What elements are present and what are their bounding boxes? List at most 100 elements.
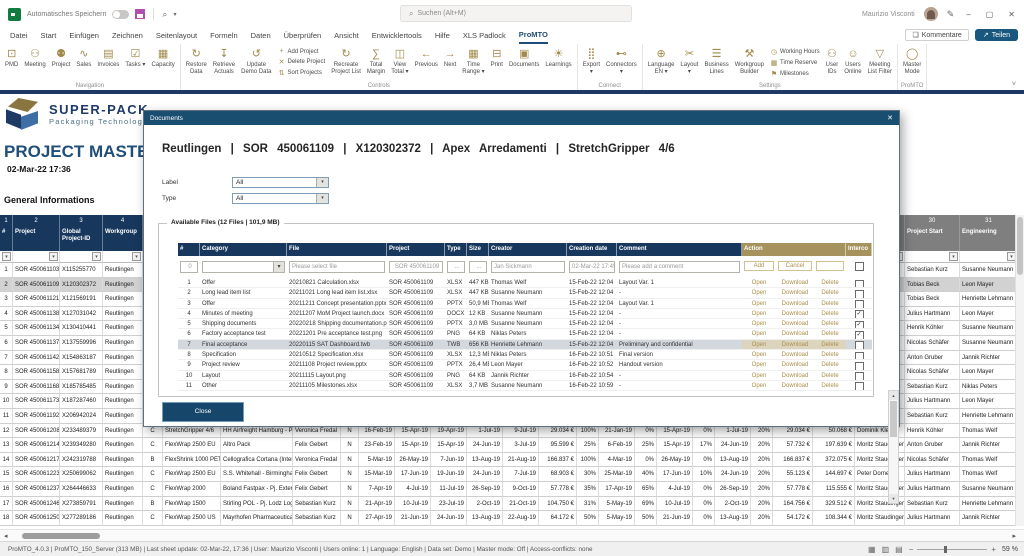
filter-dropdown-icon[interactable]: ▾ [949, 252, 958, 261]
open-link[interactable]: Open [742, 329, 776, 339]
menu-tab-daten[interactable]: Daten [251, 29, 271, 43]
interco-checkbox[interactable] [855, 352, 864, 361]
vertical-scrollbar[interactable] [1015, 215, 1024, 526]
open-link[interactable]: Open [742, 278, 776, 288]
zoom-slider-thumb[interactable] [944, 546, 947, 553]
page-break-view-icon[interactable]: ▤ [895, 545, 903, 554]
ribbon-button-print[interactable]: ⊟Print [488, 44, 506, 69]
comments-button[interactable]: ❏ Kommentare [905, 29, 968, 41]
open-link[interactable]: Open [742, 319, 776, 329]
ribbon-button-previous[interactable]: ←Previous [412, 44, 441, 69]
download-link[interactable]: Download [776, 319, 814, 329]
filter-dropdown-icon[interactable]: ▾ [2, 252, 11, 261]
ribbon-button-tasks[interactable]: ☑Tasks ▾ [122, 44, 148, 69]
scrollbar-thumb[interactable] [890, 401, 897, 437]
dialog-close-button[interactable]: Close [162, 402, 244, 422]
download-link[interactable]: Download [776, 350, 814, 360]
minimize-button[interactable]: – [963, 10, 973, 19]
comment-input[interactable]: Please add a comment [619, 261, 740, 273]
open-link[interactable]: Open [742, 288, 776, 298]
normal-view-icon[interactable]: ▦ [868, 545, 876, 554]
autosave-toggle[interactable] [112, 10, 129, 19]
ribbon-button-sort-projects[interactable]: ⇅Sort Projects [278, 69, 326, 77]
interco-checkbox[interactable] [855, 382, 864, 391]
menu-tab-entwicklertools[interactable]: Entwicklertools [372, 29, 422, 43]
ribbon-button-master-mode[interactable]: ◯Master Mode [900, 44, 924, 75]
delete-link[interactable]: Delete [814, 340, 846, 350]
maximize-button[interactable]: ▢ [983, 10, 997, 19]
search-input[interactable]: ⌕ Suchen (Alt+M) [400, 5, 632, 22]
file-row-2[interactable]: 2Long lead item list20211021 Long lead i… [178, 288, 872, 298]
share-button[interactable]: ↗ Teilen [975, 29, 1018, 41]
ribbon-button-meeting-list-filter[interactable]: ▽Meeting List Filter [865, 44, 895, 75]
chevron-down-icon[interactable]: ▾ [316, 178, 328, 187]
delete-link[interactable]: Delete [814, 350, 846, 360]
ribbon-button-time-reserve[interactable]: ▦Time Reserve [770, 59, 820, 67]
download-link[interactable]: Download [776, 340, 814, 350]
sheet-row-17[interactable]: 17SOR 450061246X273859791ReutlingenBFlex… [0, 497, 1024, 512]
ribbon-button-add-project[interactable]: +Add Project [278, 48, 326, 55]
file-row-4[interactable]: 4Minutes of meeting20211207 MoM Project … [178, 309, 872, 319]
file-row-6[interactable]: 6Factory acceptance test20221201 Pre acc… [178, 329, 872, 339]
ribbon-button-working-hours[interactable]: ◷Working Hours [770, 48, 820, 56]
sheet-row-16[interactable]: 16SOR 450061237X264446633ReutlingenCFlex… [0, 482, 1024, 497]
sheet-row-15[interactable]: 15SOR 450061223X250699062ReutlingenCFlex… [0, 467, 1024, 482]
file-row-1[interactable]: 1Offer20210821 Calculation.xlsxSOR 45006… [178, 278, 872, 288]
delete-link[interactable]: Delete [814, 381, 846, 391]
ribbon-button-layout[interactable]: ✂Layout ▾ [677, 44, 701, 75]
edit-mode-icon[interactable]: ✎ [947, 9, 955, 20]
ribbon-button-pmd[interactable]: ⊡PMD [2, 44, 21, 69]
open-link[interactable]: Open [742, 340, 776, 350]
interco-checkbox[interactable] [855, 362, 864, 371]
ribbon-button-language-en[interactable]: ⊕Language EN ▾ [645, 44, 678, 75]
menu-tab-promto[interactable]: ProMTO [519, 28, 548, 44]
ribbon-button-learnings[interactable]: ☀Learnings [542, 44, 574, 69]
label-filter-select[interactable]: All ▾ [232, 177, 329, 188]
ribbon-button-connectors[interactable]: ⊷Connectors ▾ [603, 44, 640, 75]
interco-checkbox[interactable]: ✓ [855, 331, 864, 340]
open-link[interactable]: Open [742, 360, 776, 370]
menu-tab-seitenlayout[interactable]: Seitenlayout [156, 29, 197, 43]
download-link[interactable]: Download [776, 371, 814, 381]
add-file-button[interactable]: Add [744, 261, 774, 271]
sheet-row-14[interactable]: 14SOR 450061217X242319788ReutlingenBFlex… [0, 453, 1024, 468]
delete-link[interactable]: Delete [814, 288, 846, 298]
ribbon-button-retrieve-actuals[interactable]: ↧Retrieve Actuals [210, 44, 238, 75]
ribbon-button-business-lines[interactable]: ☰Business Lines [701, 44, 731, 75]
zoom-in-icon[interactable]: + [991, 545, 996, 554]
open-link[interactable]: Open [742, 371, 776, 381]
interco-checkbox[interactable] [855, 372, 864, 381]
filter-dropdown-icon[interactable]: ▾ [49, 252, 58, 261]
chevron-down-icon[interactable]: ▾ [316, 194, 328, 203]
ribbon-button-sales[interactable]: ∿Sales [73, 44, 94, 69]
open-link[interactable]: Open [742, 299, 776, 309]
menu-tab-einf-gen[interactable]: Einfügen [69, 29, 99, 43]
ribbon-button-view-total[interactable]: ◫View Total ▾ [388, 44, 411, 75]
ribbon-button-update-demo-data[interactable]: ↺Update Demo Data [238, 44, 274, 75]
interco-checkbox[interactable] [855, 262, 864, 271]
scroll-right-icon[interactable]: ▸ [1012, 532, 1016, 540]
delete-link[interactable]: Delete [814, 278, 846, 288]
interco-checkbox[interactable]: ✓ [855, 321, 864, 330]
download-link[interactable]: Download [776, 329, 814, 339]
filter-dropdown-icon[interactable]: ▾ [92, 252, 101, 261]
excel-app-icon[interactable] [8, 8, 21, 21]
open-link[interactable]: Open [742, 381, 776, 391]
files-table-scrollbar[interactable]: ▲ ▼ [888, 390, 899, 504]
ribbon-button-milestones[interactable]: ⚑Milestones [770, 70, 820, 78]
interco-checkbox[interactable] [855, 280, 864, 289]
ribbon-button-total-margin[interactable]: ∑Total Margin [364, 44, 388, 75]
interco-checkbox[interactable]: ✓ [855, 310, 864, 319]
delete-link[interactable]: Delete [814, 371, 846, 381]
zoom-level[interactable]: 59 % [1002, 546, 1018, 553]
save-icon[interactable] [135, 9, 145, 19]
interco-checkbox[interactable] [855, 290, 864, 299]
menu-tab-formeln[interactable]: Formeln [210, 29, 238, 43]
menu-tab-hilfe[interactable]: Hilfe [435, 29, 450, 43]
menu-tab-zeichnen[interactable]: Zeichnen [112, 29, 143, 43]
interco-checkbox[interactable] [855, 300, 864, 309]
interco-checkbox[interactable] [855, 341, 864, 350]
new-category-select[interactable]: ▾ [202, 261, 285, 273]
menu-tab-xls-padlock[interactable]: XLS Padlock [463, 29, 506, 43]
file-row-5[interactable]: 5Shipping documents20220218 Shipping doc… [178, 319, 872, 329]
